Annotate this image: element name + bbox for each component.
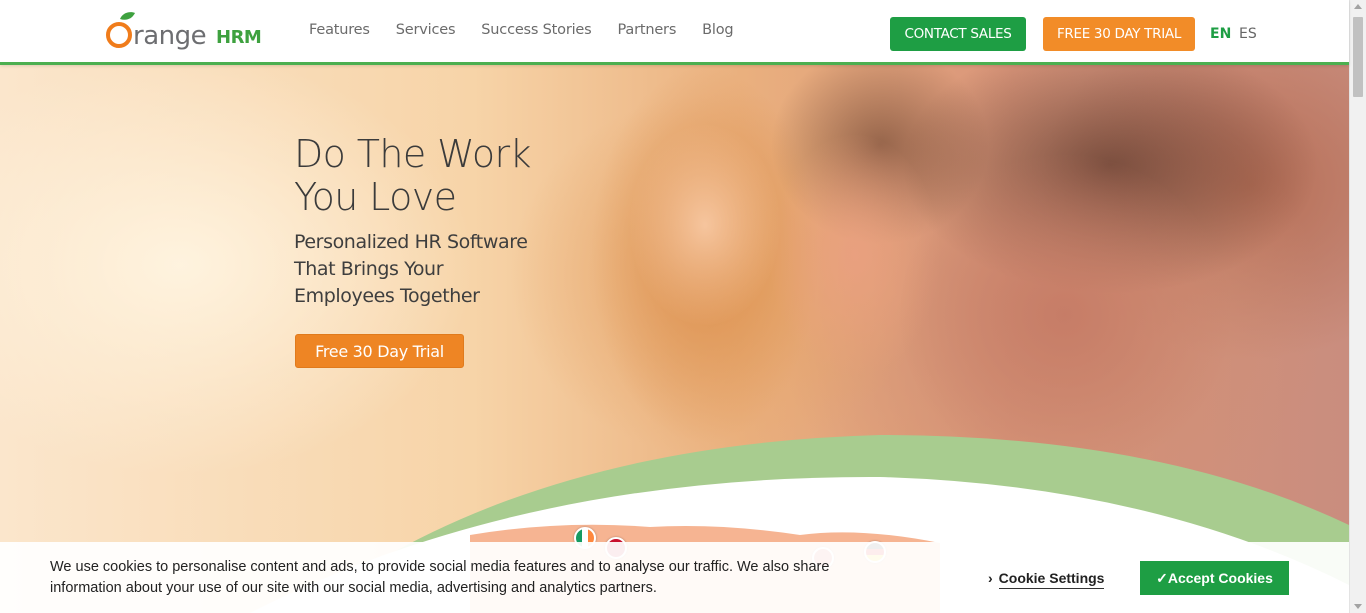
scroll-down-arrow-icon[interactable] [1354, 604, 1362, 609]
scrollbar-thumb[interactable] [1353, 17, 1363, 97]
nav-services[interactable]: Services [396, 22, 456, 38]
cookie-settings-link[interactable]: › Cookie Settings [988, 570, 1105, 589]
nav-success-stories[interactable]: Success Stories [481, 22, 591, 38]
hero-free-trial-button[interactable]: Free 30 Day Trial [295, 334, 464, 368]
site-header: range HRM Features Services Success Stor… [0, 0, 1349, 65]
logo-suffix: HRM [216, 27, 261, 48]
nav-partners[interactable]: Partners [618, 22, 677, 38]
nav-blog[interactable]: Blog [702, 22, 733, 38]
cookie-message: We use cookies to personalise content an… [50, 559, 830, 596]
accept-cookies-button[interactable]: ✓Accept Cookies [1140, 561, 1289, 595]
cookie-settings-label: Cookie Settings [998, 570, 1105, 589]
lang-es-link[interactable]: ES [1239, 26, 1257, 42]
main-nav: Features Services Success Stories Partne… [309, 22, 759, 38]
free-trial-button[interactable]: FREE 30 DAY TRIAL [1043, 17, 1195, 51]
hero-subtitle-line-1: Personalized HR Software [294, 231, 528, 253]
chevron-right-icon: › [988, 570, 993, 586]
hero-subtitle-line-3: Employees Together [294, 285, 480, 307]
lang-en-link[interactable]: EN [1210, 26, 1231, 42]
logo-wordmark: range [133, 21, 206, 51]
hero-curve-decoration [250, 435, 1349, 613]
orangehrm-logo[interactable]: range HRM [104, 10, 270, 54]
hero-title-line-2: You Love [294, 175, 457, 219]
cookie-banner: We use cookies to personalise content an… [0, 542, 1349, 613]
hero-subtitle: Personalized HR Software That Brings You… [294, 229, 554, 310]
hero-section: Do The Work You Love Personalized HR Sof… [0, 65, 1349, 613]
page-scrollbar[interactable] [1349, 0, 1366, 613]
nav-features[interactable]: Features [309, 22, 370, 38]
contact-sales-button[interactable]: CONTACT SALES [890, 17, 1026, 51]
hero-title: Do The Work You Love [294, 133, 614, 219]
hero-subtitle-line-2: That Brings Your [294, 258, 444, 280]
hero-title-line-1: Do The Work [294, 132, 532, 176]
scroll-up-arrow-icon[interactable] [1354, 4, 1362, 9]
